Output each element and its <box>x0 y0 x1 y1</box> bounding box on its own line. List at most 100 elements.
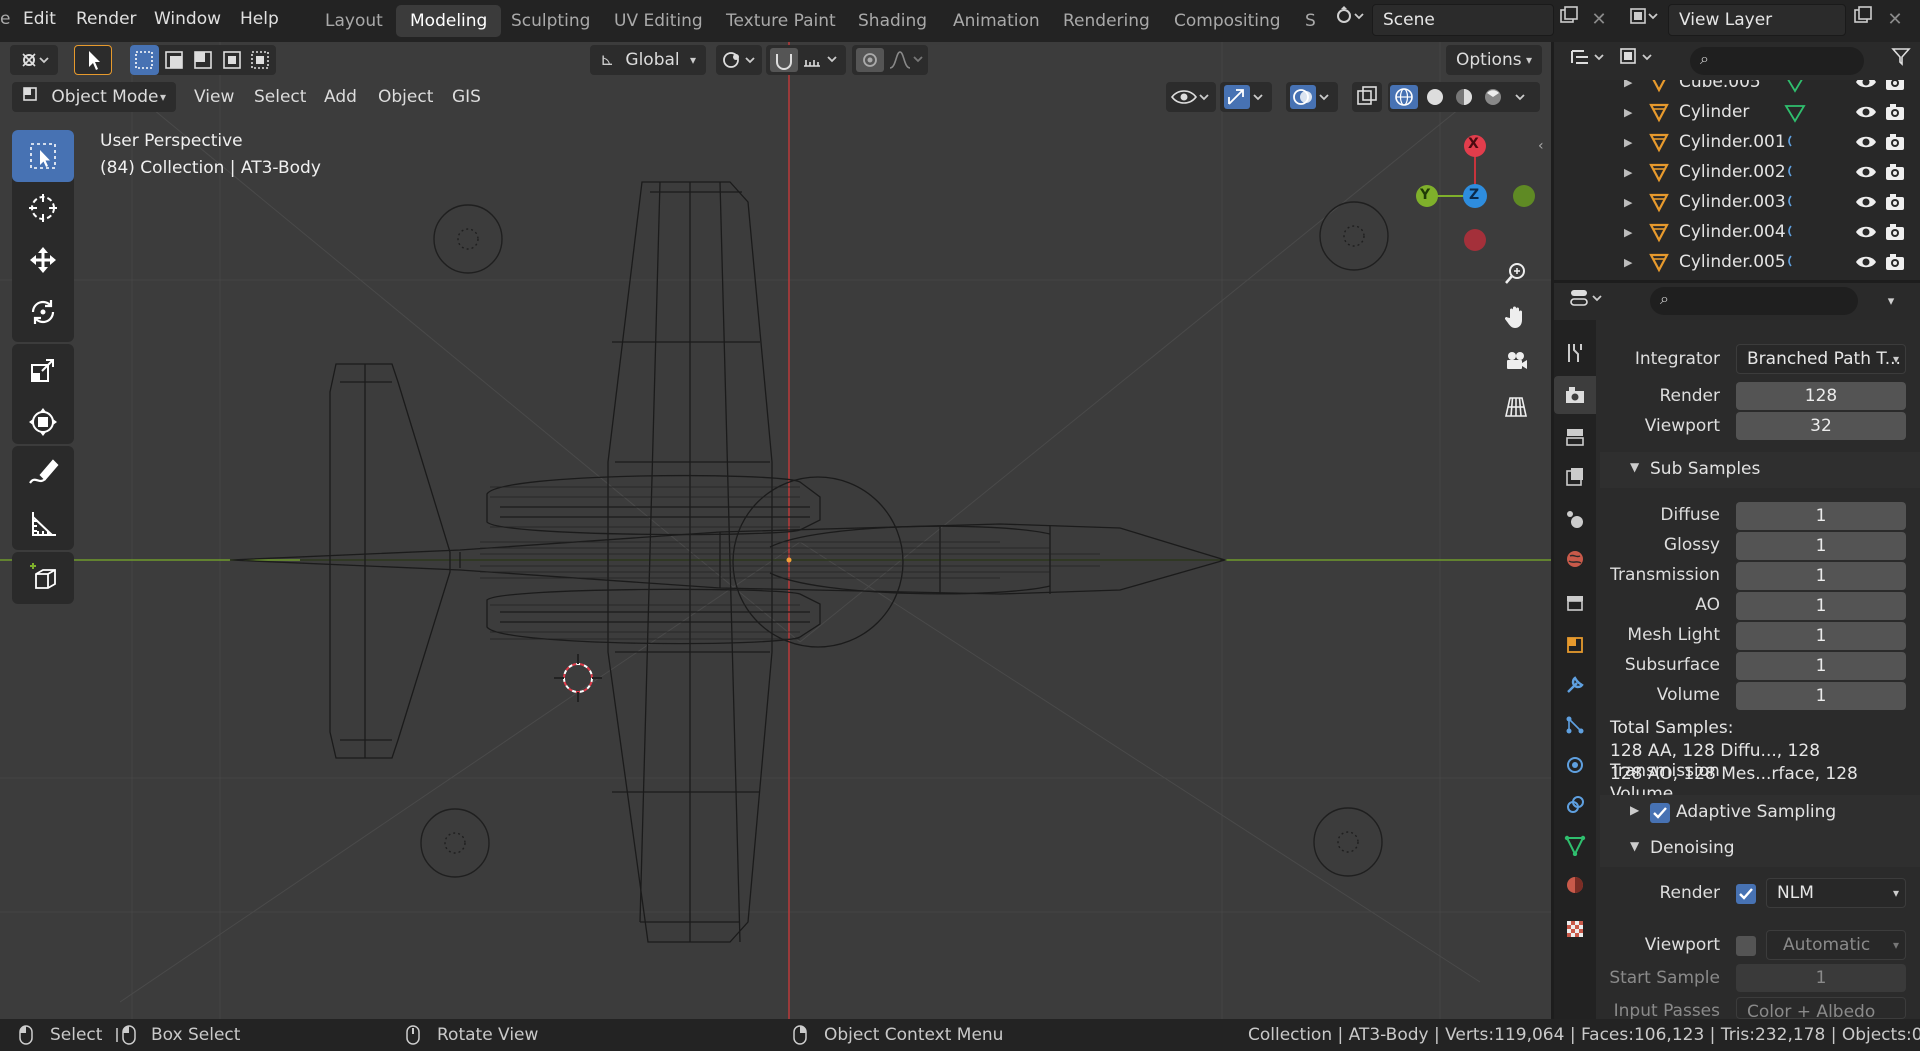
new-scene-icon[interactable] <box>1554 5 1584 35</box>
sub-sample-field[interactable]: 1 <box>1736 502 1906 530</box>
options-dropdown[interactable]: Options ▾ <box>1446 45 1542 75</box>
particles-tab-icon[interactable] <box>1554 706 1596 744</box>
close-view-layer-icon[interactable]: ✕ <box>1880 5 1910 35</box>
filter-icon[interactable] <box>1886 46 1916 76</box>
sub-sample-field[interactable]: 1 <box>1736 622 1906 650</box>
camera-render-icon[interactable] <box>1884 221 1906 248</box>
properties-editor-type-icon[interactable] <box>1566 287 1610 317</box>
editor-type-icon[interactable] <box>10 45 58 75</box>
annotate-tool[interactable] <box>12 446 74 498</box>
outliner-item[interactable]: ▶ Cylinder.002 <box>1554 157 1920 187</box>
viewport-3d[interactable]: X Y Z ‹ User Perspective (84) Collection… <box>0 42 1551 1019</box>
render-samples-field[interactable]: 128 <box>1736 382 1906 410</box>
view-layer-field[interactable]: View Layer <box>1668 4 1846 36</box>
scene-field[interactable]: Scene <box>1372 4 1554 36</box>
close-scene-icon[interactable]: ✕ <box>1584 5 1614 35</box>
camera-render-icon[interactable] <box>1884 101 1906 128</box>
mode-dropdown[interactable]: Object Mode ▾ <box>12 82 176 112</box>
expand-arrow-icon[interactable]: ▶ <box>1624 256 1632 269</box>
tab-texture-paint[interactable]: Texture Paint <box>712 5 850 37</box>
tab-compositing[interactable]: Compositing <box>1160 5 1295 37</box>
physics-tab-icon[interactable] <box>1554 746 1596 784</box>
eye-icon[interactable] <box>1854 252 1878 277</box>
input-passes-dropdown[interactable]: Color + Albedo <box>1736 997 1906 1019</box>
outliner-editor-type-icon[interactable] <box>1566 46 1610 76</box>
tab-overflow[interactable]: S <box>1291 5 1330 37</box>
menu-render[interactable]: Render <box>76 9 137 29</box>
camera-view-icon[interactable] <box>1497 342 1535 380</box>
outliner-item[interactable]: ▶ Cylinder.004 <box>1554 217 1920 247</box>
pan-hand-icon[interactable] <box>1497 298 1535 336</box>
shading-mode-group[interactable] <box>1388 82 1540 112</box>
sub-samples-panel-header[interactable]: ▼ Sub Samples <box>1600 452 1920 488</box>
outliner-item[interactable]: ▶ Cylinder.001 <box>1554 127 1920 157</box>
rotate-tool[interactable] <box>12 286 74 338</box>
camera-render-icon[interactable] <box>1884 251 1906 278</box>
outliner-item[interactable]: ▶ Cylinder.003 <box>1554 187 1920 217</box>
transform-orientation-dropdown[interactable]: ⊾ Global ▾ <box>590 45 706 75</box>
camera-render-icon[interactable] <box>1884 131 1906 158</box>
sub-sample-field[interactable]: 1 <box>1736 592 1906 620</box>
tab-layout[interactable]: Layout <box>311 5 397 37</box>
constraints-tab-icon[interactable] <box>1554 786 1596 824</box>
transform-tool[interactable] <box>12 396 74 448</box>
sub-sample-field[interactable]: 1 <box>1736 532 1906 560</box>
chevron-down-icon[interactable]: ▾ <box>1876 287 1906 317</box>
outliner-item[interactable]: ▶ Cylinder.005 <box>1554 247 1920 277</box>
expand-arrow-icon[interactable]: ▶ <box>1624 136 1632 149</box>
outliner-item[interactable]: ▶ Cube.005 <box>1554 80 1920 97</box>
menu-view[interactable]: View <box>186 82 242 112</box>
outliner-item[interactable]: ▶ Cylinder <box>1554 97 1920 127</box>
new-view-layer-icon[interactable] <box>1848 5 1878 35</box>
menu-help[interactable]: Help <box>240 9 279 29</box>
add-cube-tool[interactable] <box>12 552 74 604</box>
sub-sample-field[interactable]: 1 <box>1736 682 1906 710</box>
select-tool-icon[interactable] <box>74 45 112 75</box>
tab-rendering[interactable]: Rendering <box>1049 5 1164 37</box>
camera-render-icon[interactable] <box>1884 161 1906 188</box>
snap-group[interactable] <box>766 45 846 75</box>
sub-sample-field[interactable]: 1 <box>1736 562 1906 590</box>
menu-window[interactable]: Window <box>154 9 221 29</box>
menu-edit[interactable]: Edit <box>23 9 56 29</box>
expand-arrow-icon[interactable]: ▶ <box>1624 166 1632 179</box>
perspective-toggle-icon[interactable] <box>1497 388 1535 426</box>
expand-arrow-icon[interactable]: ▶ <box>1624 106 1632 119</box>
eye-icon[interactable] <box>1854 102 1878 127</box>
tab-modeling[interactable]: Modeling <box>396 5 502 37</box>
move-tool[interactable] <box>12 234 74 286</box>
eye-icon[interactable] <box>1854 80 1878 97</box>
display-mode-icon[interactable] <box>1616 46 1660 76</box>
scene-selector-icon[interactable] <box>1330 5 1370 35</box>
outliner-search-input[interactable]: ⌕ <box>1690 47 1864 75</box>
denoising-panel-header[interactable]: ▼ Denoising <box>1600 831 1920 867</box>
camera-render-icon[interactable] <box>1884 191 1906 218</box>
scale-tool[interactable] <box>12 344 74 396</box>
expand-arrow-icon[interactable]: ▶ <box>1624 80 1632 89</box>
sidebar-toggle-icon[interactable]: ‹ <box>1538 138 1544 154</box>
tab-sculpting[interactable]: Sculpting <box>497 5 604 37</box>
properties-search-input[interactable]: ⌕ <box>1650 287 1858 315</box>
data-tab-icon[interactable] <box>1554 826 1596 864</box>
integrator-dropdown[interactable]: Branched Path T... ▾ <box>1736 344 1906 374</box>
zoom-icon[interactable] <box>1497 254 1535 292</box>
measure-tool[interactable] <box>12 498 74 550</box>
adaptive-sampling-checkbox[interactable] <box>1650 803 1670 823</box>
denoise-viewport-dropdown[interactable]: Automatic ▾ <box>1766 930 1906 960</box>
eye-icon[interactable] <box>1854 132 1878 157</box>
camera-render-icon[interactable] <box>1884 80 1906 98</box>
xray-toggle-icon[interactable] <box>1352 82 1382 112</box>
pivot-point-icon[interactable] <box>716 45 762 75</box>
expand-arrow-icon[interactable]: ▶ <box>1624 226 1632 239</box>
overlays-toggle[interactable] <box>1286 82 1338 112</box>
view-layer-tab-icon[interactable] <box>1554 458 1596 496</box>
eye-icon[interactable] <box>1854 162 1878 187</box>
select-box-tool[interactable] <box>12 130 74 182</box>
gizmo-toggle[interactable] <box>1220 82 1272 112</box>
denoise-render-checkbox[interactable] <box>1736 884 1756 904</box>
eye-icon[interactable] <box>1854 192 1878 217</box>
eye-icon[interactable] <box>1854 222 1878 247</box>
navigation-gizmo[interactable] <box>1412 124 1548 254</box>
visibility-dropdown[interactable] <box>1166 82 1216 112</box>
tab-animation[interactable]: Animation <box>939 5 1054 37</box>
